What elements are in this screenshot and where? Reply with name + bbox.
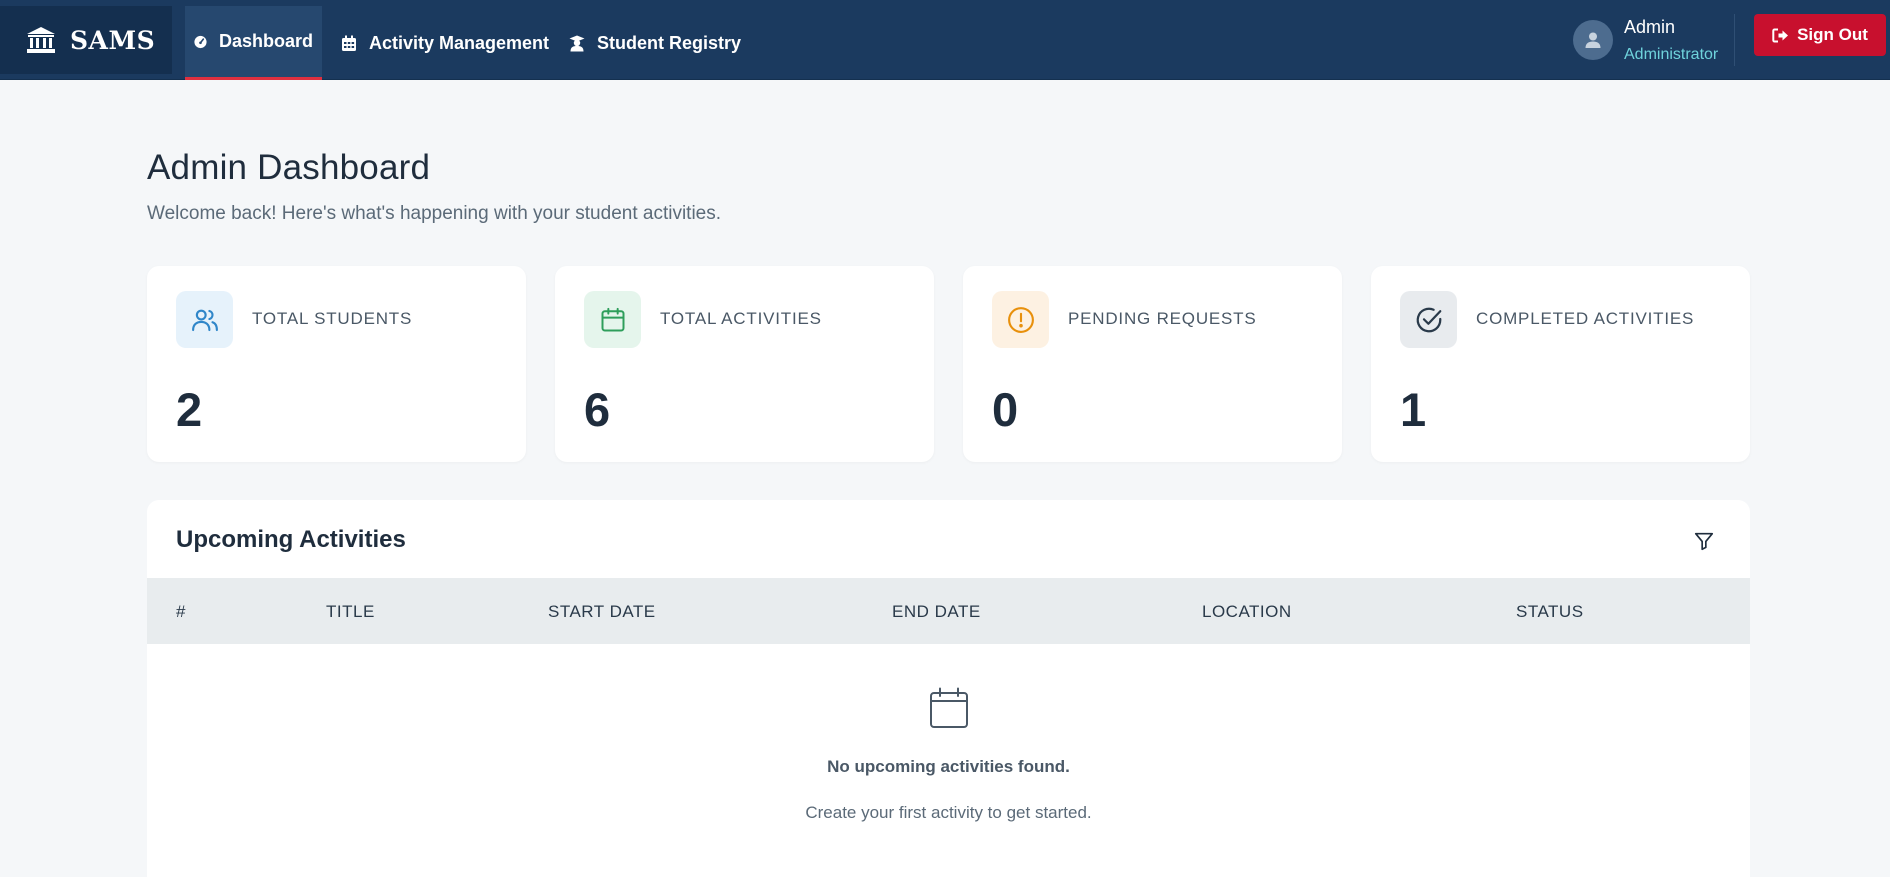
stat-value: 6: [584, 383, 611, 436]
calendar-icon: [342, 35, 356, 51]
user-name: Admin: [1624, 17, 1676, 37]
stat-card-total-activities: TOTAL ACTIVITIES 6: [555, 266, 934, 462]
brand-name: SAMS: [70, 25, 156, 55]
nav-dashboard-label: Dashboard: [218, 31, 313, 51]
stat-label: TOTAL ACTIVITIES: [660, 309, 822, 328]
dashboard-gauge-icon: [194, 35, 207, 48]
page-title: Admin Dashboard: [147, 148, 431, 187]
column-header-end-date[interactable]: END DATE: [892, 602, 981, 622]
bank-icon: [27, 27, 55, 53]
sign-out-icon: [1772, 28, 1789, 42]
brand-logo[interactable]: SAMS: [0, 6, 172, 74]
column-header-start-date[interactable]: START DATE: [548, 602, 656, 622]
check-circle-icon: [1416, 307, 1441, 332]
stat-value: 0: [992, 383, 1019, 436]
stat-icon-box: [584, 291, 641, 348]
user-role: Administrator: [1624, 46, 1719, 63]
avatar[interactable]: [1573, 20, 1613, 60]
page-subtitle: Welcome back! Here's what's happening wi…: [147, 203, 722, 224]
nav-student-registry[interactable]: Student Registry: [560, 6, 760, 80]
stat-label: PENDING REQUESTS: [1068, 309, 1257, 328]
stat-card-completed-activities: COMPLETED ACTIVITIES 1: [1371, 266, 1750, 462]
sign-out-button[interactable]: Sign Out: [1754, 14, 1886, 56]
column-header-title[interactable]: TITLE: [326, 602, 375, 622]
graduate-icon: [569, 35, 585, 51]
stat-card-pending-requests: PENDING REQUESTS 0: [963, 266, 1342, 462]
users-icon: [191, 309, 218, 331]
filter-button[interactable]: [1692, 529, 1716, 553]
user-icon: [1585, 32, 1601, 48]
nav-dashboard[interactable]: Dashboard: [185, 6, 322, 80]
empty-state-title: No upcoming activities found.: [827, 757, 1070, 776]
stat-label: COMPLETED ACTIVITIES: [1476, 309, 1695, 328]
stat-value: 1: [1400, 383, 1427, 436]
nav-activity-management[interactable]: Activity Management: [332, 6, 560, 80]
panel-title: Upcoming Activities: [176, 526, 406, 553]
nav-activity-management-label: Activity Management: [369, 32, 550, 53]
stat-label: TOTAL STUDENTS: [252, 309, 413, 328]
stat-icon-box: [176, 291, 233, 348]
stat-icon-box: [1400, 291, 1457, 348]
sign-out-label: Sign Out: [1797, 25, 1868, 44]
column-header-number[interactable]: #: [176, 602, 186, 622]
column-header-status[interactable]: STATUS: [1516, 602, 1584, 622]
empty-calendar-icon: [930, 687, 968, 728]
stat-icon-box: [992, 291, 1049, 348]
filter-icon: [1694, 532, 1714, 551]
navbar-divider: [1734, 14, 1735, 66]
table-header: # TITLE START DATE END DATE LOCATION STA…: [147, 578, 1750, 644]
upcoming-activities-panel: Upcoming Activities # TITLE START DATE E…: [147, 500, 1750, 877]
alert-circle-icon: [1007, 306, 1034, 333]
nav-student-registry-label: Student Registry: [597, 32, 742, 53]
top-navbar: SAMS Dashboard Activity Management Stude…: [0, 0, 1890, 80]
column-header-location[interactable]: LOCATION: [1202, 602, 1292, 622]
calendar-icon: [601, 307, 624, 331]
empty-state-subtitle: Create your first activity to get starte…: [805, 803, 1092, 822]
stat-card-total-students: TOTAL STUDENTS 2: [147, 266, 526, 462]
stat-value: 2: [176, 383, 203, 436]
